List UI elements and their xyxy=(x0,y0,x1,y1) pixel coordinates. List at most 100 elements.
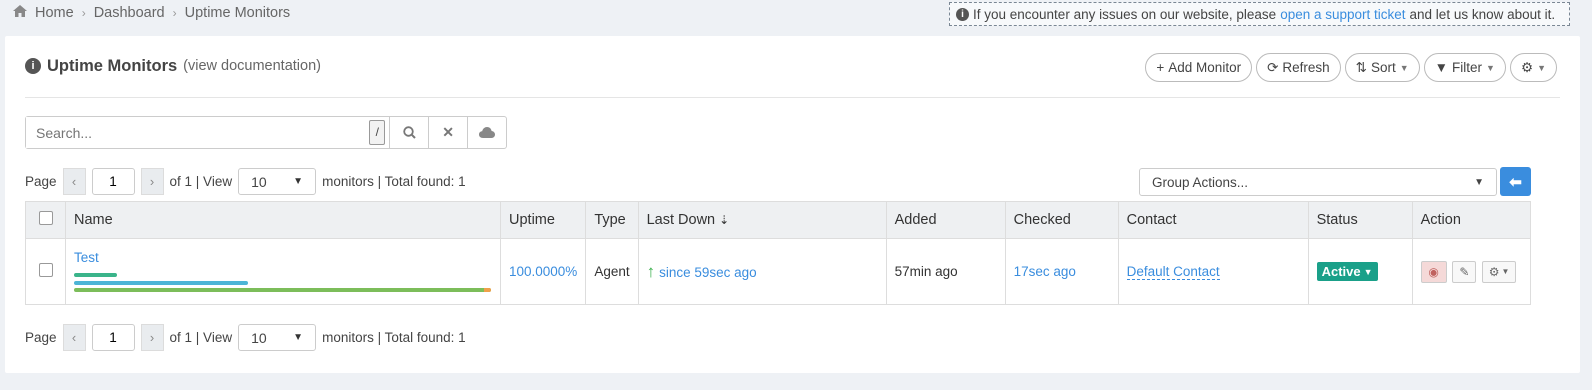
sort-label: Sort xyxy=(1370,60,1396,75)
edit-monitor-button[interactable]: ✎ xyxy=(1452,260,1477,283)
page-of-label: of 1 | View xyxy=(169,174,233,189)
monitor-name-link[interactable]: Test xyxy=(74,250,99,265)
chevron-down-icon: ▼ xyxy=(293,176,304,187)
chevron-down-icon: ▼ xyxy=(1501,267,1510,276)
page-number-input[interactable] xyxy=(91,324,135,351)
search-input[interactable] xyxy=(26,117,370,148)
notice-text-after: and let us know about it. xyxy=(1409,6,1556,22)
table-row: Test 100.0000% Agent ↑ since 59sec ago 57… xyxy=(25,238,1532,305)
table-header-row: Name Uptime Type Last Down ⇣ Added Checke… xyxy=(25,201,1532,239)
column-action: Action xyxy=(1411,201,1532,239)
filter-label: Filter xyxy=(1452,60,1483,75)
refresh-button[interactable]: ⟳ Refresh xyxy=(1256,53,1341,82)
support-ticket-link[interactable]: open a support ticket xyxy=(1280,7,1405,22)
column-status[interactable]: Status xyxy=(1307,201,1413,239)
chevron-down-icon: ▼ xyxy=(1474,176,1484,188)
chevron-down-icon: ▼ xyxy=(293,332,304,343)
gear-icon: ⚙ xyxy=(1520,59,1534,75)
uptime-value-link[interactable]: 100.0000% xyxy=(509,264,577,279)
info-icon: i xyxy=(956,7,969,21)
support-notice: i If you encounter any issues on our web… xyxy=(949,2,1570,26)
hide-monitor-button[interactable]: ◉ xyxy=(1420,260,1447,283)
history-bar-short xyxy=(74,273,117,277)
page-size-value: 10 xyxy=(251,173,267,190)
select-all-header xyxy=(25,201,66,239)
chevron-down-icon: ▼ xyxy=(1399,62,1409,73)
filter-icon: ▼ xyxy=(1434,60,1449,75)
refresh-label: Refresh xyxy=(1282,60,1330,75)
add-monitor-button[interactable]: + Add Monitor xyxy=(1145,53,1253,82)
plus-icon: + xyxy=(1156,60,1165,75)
row-select-cell xyxy=(25,238,66,305)
home-icon[interactable] xyxy=(13,5,27,21)
column-name[interactable]: Name xyxy=(65,201,501,239)
column-last-down[interactable]: Last Down ⇣ xyxy=(637,201,887,239)
page-size-select[interactable]: 10 ▼ xyxy=(238,324,317,351)
prev-page-button[interactable]: ‹ xyxy=(62,168,86,195)
chevron-down-icon: ▼ xyxy=(1363,266,1373,277)
page-title: Uptime Monitors xyxy=(47,56,178,75)
search-bar: / ✕ xyxy=(25,116,507,149)
page-number-input[interactable] xyxy=(91,168,135,195)
page-label: Page xyxy=(25,330,57,345)
column-type[interactable]: Type xyxy=(585,201,639,239)
added-cell: 57min ago xyxy=(885,238,1006,305)
row-settings-button[interactable]: ⚙ ▼ xyxy=(1482,260,1517,283)
cloud-icon xyxy=(479,127,496,138)
arrow-left-icon: ⬅ xyxy=(1509,173,1522,191)
gear-icon: ⚙ xyxy=(1488,264,1500,279)
page-label: Page xyxy=(25,174,57,189)
close-icon: ✕ xyxy=(442,124,454,140)
monitors-panel: i Uptime Monitors (view documentation) +… xyxy=(5,36,1580,373)
pager-bottom: Page ‹ › of 1 | View 10 ▼ monitors | Tot… xyxy=(25,324,466,351)
group-actions-apply-button[interactable]: ⬅ xyxy=(1500,167,1531,196)
page-size-select[interactable]: 10 ▼ xyxy=(238,168,317,195)
prev-page-button[interactable]: ‹ xyxy=(62,324,86,351)
panel-header: i Uptime Monitors (view documentation) xyxy=(25,50,321,82)
group-actions-select[interactable]: Group Actions... ▼ xyxy=(1139,168,1497,196)
divider xyxy=(25,97,1560,98)
column-uptime[interactable]: Uptime xyxy=(499,201,587,239)
chevron-down-icon: ▼ xyxy=(1537,62,1546,73)
chevron-down-icon: ▼ xyxy=(1486,62,1495,73)
last-down-link[interactable]: since 59sec ago xyxy=(659,265,757,280)
sort-desc-icon: ⇣ xyxy=(719,213,730,227)
column-checked[interactable]: Checked xyxy=(1004,201,1119,239)
column-added[interactable]: Added xyxy=(885,201,1006,239)
search-shortcut-hint: / xyxy=(369,120,386,145)
top-bar: Home › Dashboard › Uptime Monitors i If … xyxy=(0,0,1592,30)
page-of-label: of 1 | View xyxy=(169,330,233,345)
select-all-checkbox[interactable] xyxy=(38,211,53,225)
uptime-cell: 100.0000% xyxy=(499,238,587,305)
documentation-link[interactable]: (view documentation) xyxy=(183,58,321,74)
notice-text-before: If you encounter any issues on our websi… xyxy=(973,6,1277,22)
next-page-button[interactable]: › xyxy=(140,168,164,195)
sort-icon: ⇅ xyxy=(1355,59,1367,75)
group-actions-label: Group Actions... xyxy=(1152,174,1249,190)
sort-button[interactable]: ⇅ Sort ▼ xyxy=(1344,53,1420,82)
checked-link[interactable]: 17sec ago xyxy=(1014,264,1076,279)
search-icon xyxy=(403,126,416,139)
add-monitor-label: Add Monitor xyxy=(1168,60,1242,75)
contact-cell: Default Contact xyxy=(1117,238,1309,305)
last-down-cell: ↑ since 59sec ago xyxy=(637,238,887,305)
contact-link[interactable]: Default Contact xyxy=(1126,264,1220,280)
search-button[interactable] xyxy=(389,117,428,148)
last-down-label: Last Down xyxy=(646,212,716,228)
settings-button[interactable]: ⚙ ▼ xyxy=(1509,53,1557,82)
row-checkbox[interactable] xyxy=(38,263,53,277)
column-contact[interactable]: Contact xyxy=(1117,201,1309,239)
type-cell: Agent xyxy=(585,238,639,305)
eye-slash-icon: ◉ xyxy=(1428,264,1439,279)
filter-button[interactable]: ▼ Filter ▼ xyxy=(1423,53,1506,82)
breadcrumb-dashboard[interactable]: Dashboard xyxy=(94,5,165,21)
chevron-right-icon: › xyxy=(81,6,86,20)
cloud-button[interactable] xyxy=(467,117,506,148)
clear-search-button[interactable]: ✕ xyxy=(428,117,467,148)
breadcrumb-home[interactable]: Home xyxy=(35,5,74,21)
pager-top: Page ‹ › of 1 | View 10 ▼ monitors | Tot… xyxy=(25,168,466,195)
next-page-button[interactable]: › xyxy=(140,324,164,351)
breadcrumb: Home › Dashboard › Uptime Monitors xyxy=(13,5,290,21)
status-badge[interactable]: Active ▼ xyxy=(1316,262,1378,281)
uptime-history-bars xyxy=(74,271,492,293)
